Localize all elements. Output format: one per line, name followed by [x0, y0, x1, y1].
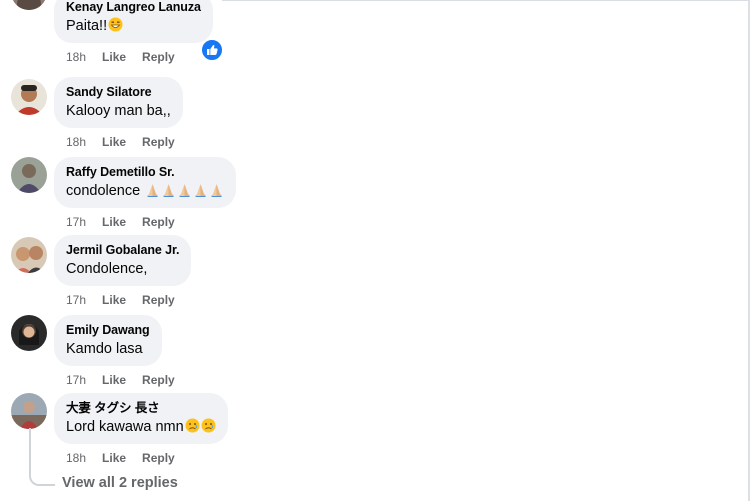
- avatar[interactable]: [11, 237, 47, 273]
- avatar[interactable]: [11, 157, 47, 193]
- reply-thread-line: [29, 428, 55, 486]
- comment-actions: 17h Like Reply: [66, 293, 175, 307]
- comment: 大妻 タグシ 長さ Lord kawawa nmn 18h Like Reply: [0, 393, 740, 465]
- sad-face-emoji-icon: [201, 418, 216, 433]
- comment: Emily Dawang Kamdo lasa 17h Like Reply: [0, 315, 740, 387]
- folded-hands-emoji-icon: [161, 182, 176, 197]
- comment-time[interactable]: 18h: [66, 50, 86, 64]
- comment-actions: 18h Like Reply: [66, 135, 175, 149]
- comment-time[interactable]: 18h: [66, 135, 86, 149]
- reply-button[interactable]: Reply: [142, 373, 175, 387]
- folded-hands-emoji-icon: [193, 182, 208, 197]
- comment-text: Kamdo lasa: [66, 341, 143, 357]
- view-replies-link[interactable]: View all 2 replies: [62, 475, 178, 491]
- comment-time[interactable]: 17h: [66, 293, 86, 307]
- comment: Jermil Gobalane Jr. Condolence, 17h Like R…: [0, 235, 740, 307]
- avatar[interactable]: [11, 0, 47, 10]
- comment-author[interactable]: Jermil Gobalane Jr.: [66, 242, 180, 258]
- folded-hands-emoji-icon: [177, 182, 192, 197]
- folded-hands-emoji-icon: [145, 182, 160, 197]
- comment: Kenay Langreo Lanuza Paita!! 18h Like Repl…: [0, 0, 740, 64]
- like-button[interactable]: Like: [102, 50, 126, 64]
- like-button[interactable]: Like: [102, 135, 126, 149]
- comment-author[interactable]: Raffy Demetillo Sr.: [66, 164, 224, 180]
- like-button[interactable]: Like: [102, 373, 126, 387]
- comment-bubble: Jermil Gobalane Jr. Condolence,: [54, 235, 192, 286]
- comment-bubble: Kenay Langreo Lanuza Paita!!: [54, 0, 213, 43]
- like-button[interactable]: Like: [102, 293, 126, 307]
- comment-time[interactable]: 17h: [66, 215, 86, 229]
- reply-button[interactable]: Reply: [142, 451, 175, 465]
- avatar[interactable]: [11, 315, 47, 351]
- like-button[interactable]: Like: [102, 215, 126, 229]
- comment-bubble: Emily Dawang Kamdo lasa: [54, 315, 162, 366]
- reply-button[interactable]: Reply: [142, 293, 175, 307]
- avatar[interactable]: [11, 393, 47, 429]
- comment-author[interactable]: Sandy Silatore: [66, 84, 171, 100]
- comment-author[interactable]: Emily Dawang: [66, 322, 150, 338]
- comment: Raffy Demetillo Sr. condolence 17h Like Re…: [0, 157, 740, 229]
- comment-actions: 17h Like Reply: [66, 215, 175, 229]
- comment-author[interactable]: Kenay Langreo Lanuza: [66, 0, 201, 15]
- comment-time[interactable]: 17h: [66, 373, 86, 387]
- comment-actions: 17h Like Reply: [66, 373, 175, 387]
- reply-button[interactable]: Reply: [142, 135, 175, 149]
- comment: Sandy Silatore Kalooy man ba,, 18h Like Re…: [0, 77, 740, 149]
- comment-text: condolence: [66, 182, 224, 201]
- comment-text: Condolence,: [66, 261, 148, 277]
- comment-time[interactable]: 18h: [66, 451, 86, 465]
- like-button[interactable]: Like: [102, 451, 126, 465]
- comment-actions: 18h Like Reply: [66, 50, 175, 64]
- comment-bubble: 大妻 タグシ 長さ Lord kawawa nmn: [54, 393, 228, 444]
- comment-text: Kalooy man ba,,: [66, 103, 171, 119]
- comment-actions: 18h Like Reply: [66, 451, 175, 465]
- comment-bubble: Sandy Silatore Kalooy man ba,,: [54, 77, 183, 128]
- grinning-sweat-emoji-icon: [108, 17, 123, 32]
- folded-hands-emoji-icon: [209, 182, 224, 197]
- comment-bubble: Raffy Demetillo Sr. condolence: [54, 157, 237, 208]
- like-reaction-icon[interactable]: [200, 38, 224, 62]
- reply-button[interactable]: Reply: [142, 50, 175, 64]
- sad-face-emoji-icon: [185, 418, 200, 433]
- avatar[interactable]: [11, 79, 47, 115]
- comment-text: Lord kawawa nmn: [66, 418, 216, 437]
- reply-button[interactable]: Reply: [142, 215, 175, 229]
- comment-text: Paita!!: [66, 17, 201, 36]
- comment-author[interactable]: 大妻 タグシ 長さ: [66, 400, 216, 416]
